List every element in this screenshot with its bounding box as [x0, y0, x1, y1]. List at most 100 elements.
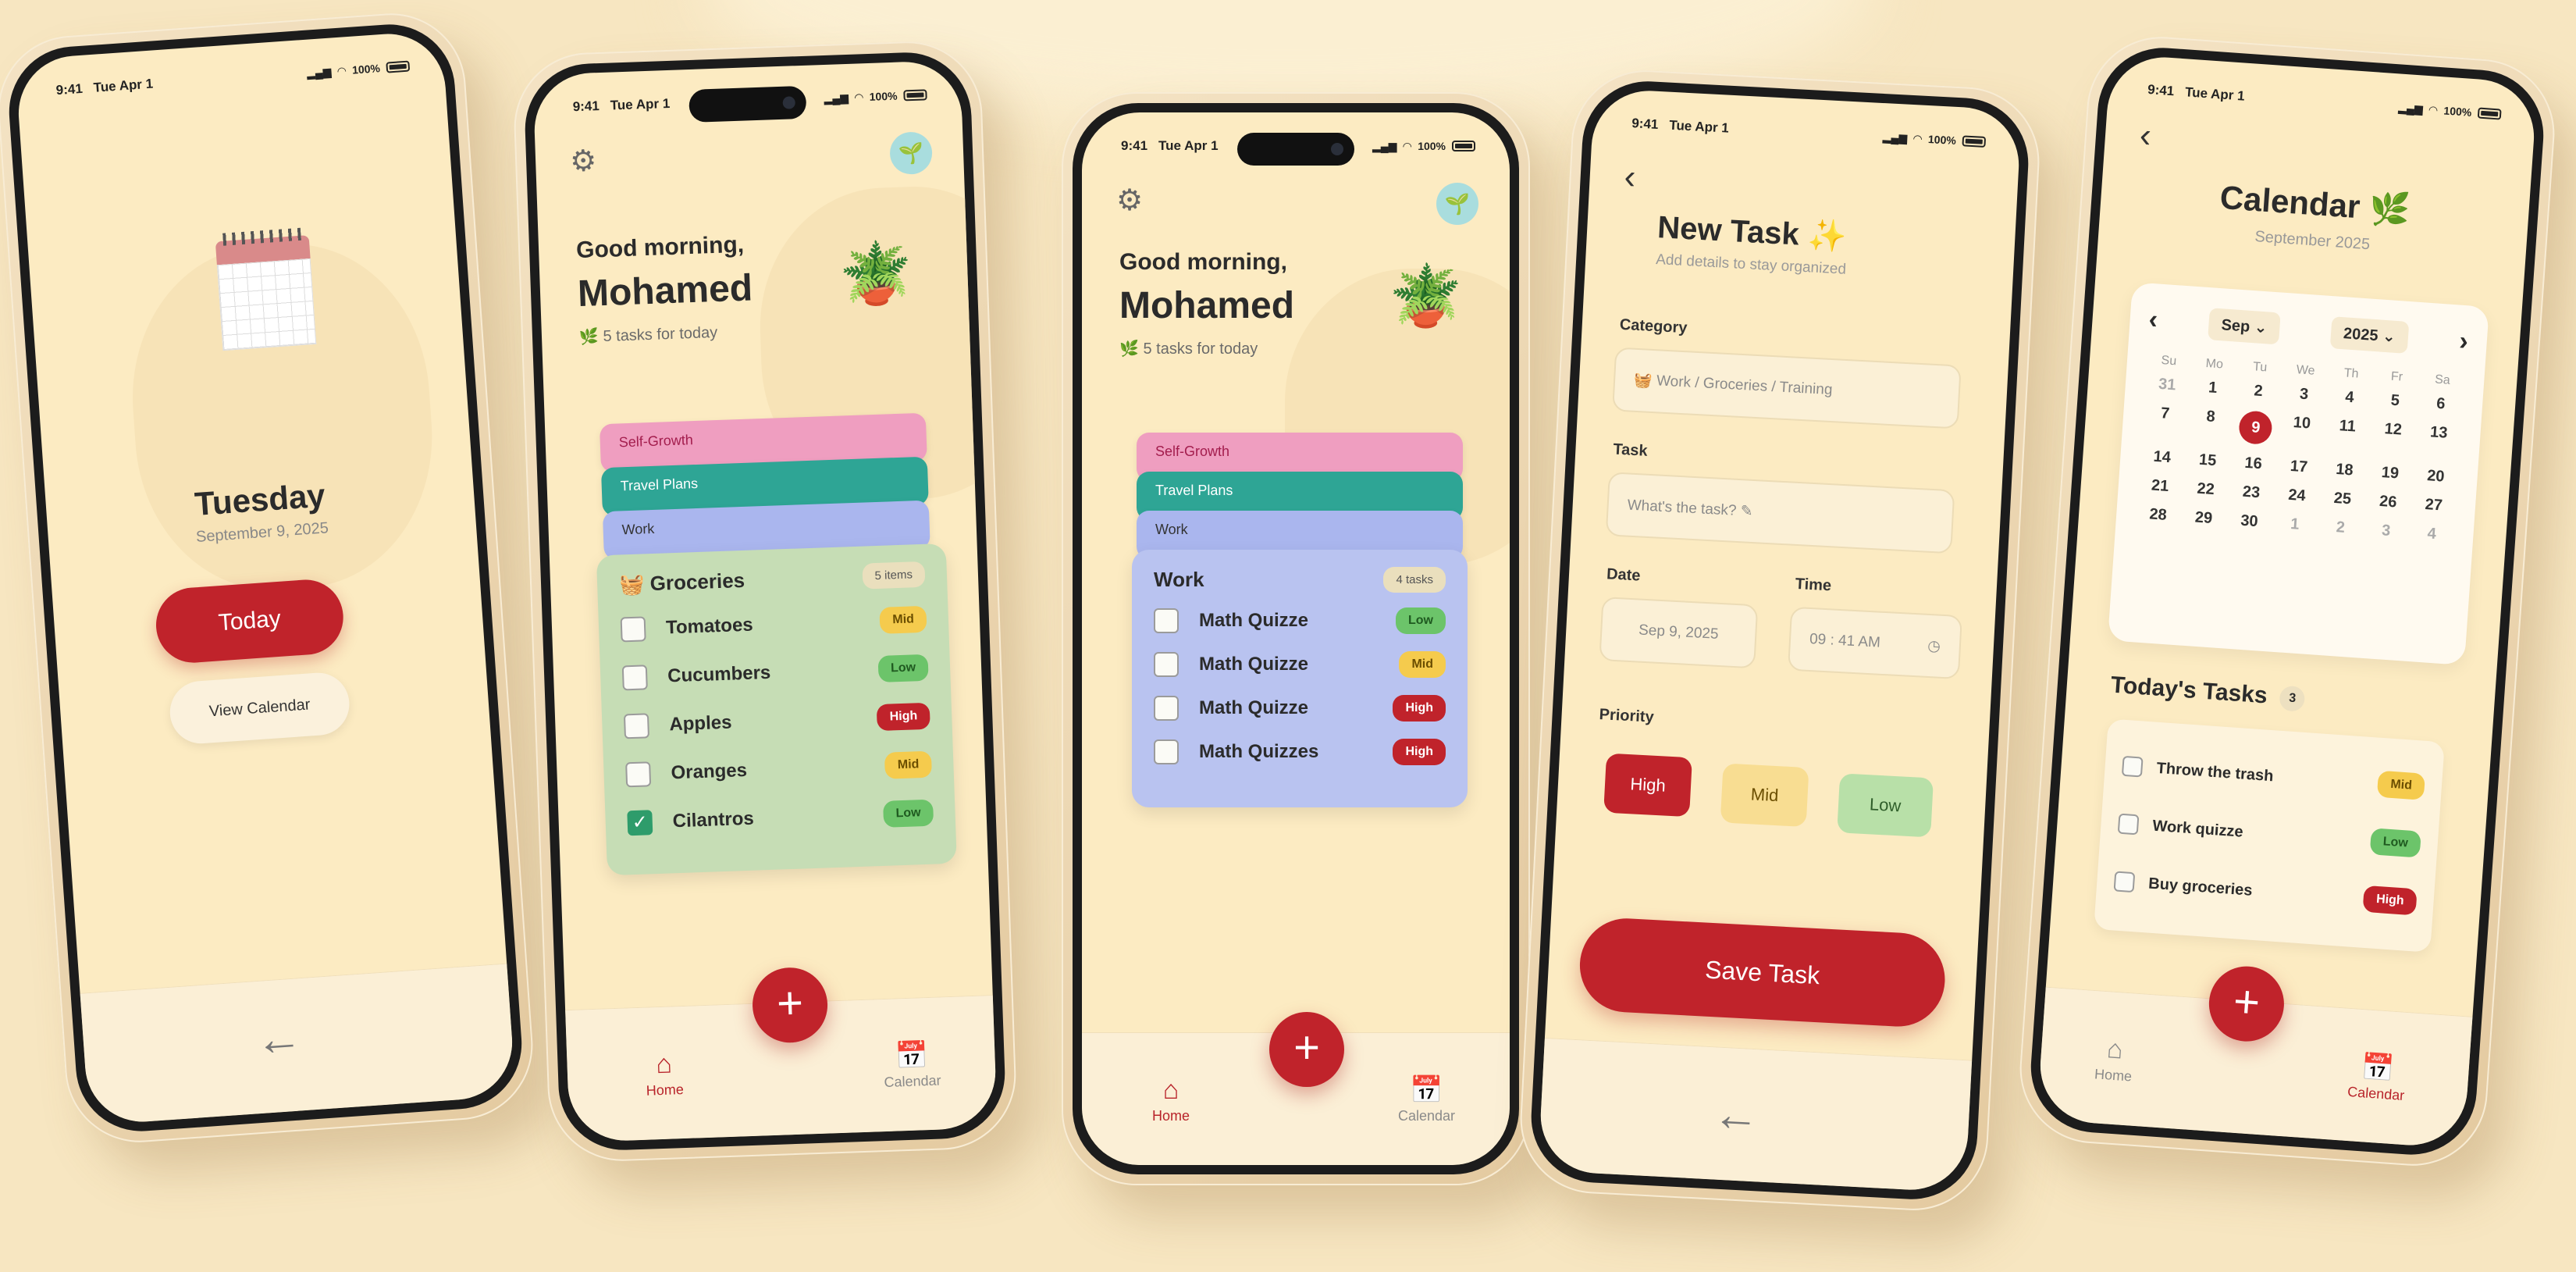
back-arrow-icon[interactable]: ← — [254, 1010, 304, 1067]
calendar-day[interactable]: 19 — [2367, 463, 2414, 484]
priority-chip: Mid — [2377, 770, 2426, 800]
calendar-day[interactable]: 18 — [2321, 460, 2368, 481]
calendar-day[interactable]: 28 — [2135, 504, 2182, 526]
task-row[interactable]: Math Quizze High — [1154, 686, 1446, 730]
nav-home[interactable]: ⌂ Home — [2094, 1034, 2134, 1085]
checkbox[interactable] — [2113, 871, 2136, 893]
task-row[interactable]: Math Quizze Mid — [1154, 643, 1446, 686]
priority-label: Priority — [1599, 706, 1655, 726]
priority-low-button[interactable]: Low — [1837, 773, 1934, 838]
todays-tasks-title: Today's Tasks 3 — [2110, 672, 2306, 712]
calendar-day[interactable]: 8 — [2186, 407, 2234, 443]
nav-calendar[interactable]: 📅 Calendar — [883, 1040, 941, 1092]
settings-gear-icon[interactable]: ⚙ — [569, 143, 597, 179]
checkbox[interactable] — [1154, 652, 1179, 677]
basket-icon: 🧺 — [618, 572, 646, 597]
back-chevron-icon[interactable]: ‹ — [2138, 116, 2152, 155]
page-title: New Task ✨ — [1656, 210, 1848, 255]
save-task-button[interactable]: Save Task — [1577, 916, 1948, 1029]
checkbox[interactable] — [1154, 696, 1179, 721]
task-row[interactable]: Math Quizze Low — [1154, 599, 1446, 643]
calendar-day[interactable]: 29 — [2180, 508, 2227, 529]
calendar-day[interactable]: 23 — [2228, 482, 2275, 503]
back-chevron-icon[interactable]: ‹ — [1624, 158, 1637, 197]
calendar-day[interactable]: 13 — [2414, 422, 2462, 458]
checkbox-checked[interactable]: ✓ — [627, 810, 653, 836]
calendar-day[interactable]: 5 — [2371, 390, 2418, 412]
calendar-day[interactable]: 3 — [2280, 384, 2327, 405]
year-select[interactable]: 2025 ⌄ — [2329, 316, 2410, 354]
checkbox[interactable] — [1154, 739, 1179, 764]
next-month-icon[interactable]: › — [2458, 326, 2469, 358]
calendar-day[interactable]: 31 — [2144, 375, 2190, 396]
count-badge: 5 items — [862, 561, 926, 590]
home-icon: ⌂ — [1162, 1075, 1179, 1105]
settings-gear-icon[interactable]: ⚙ — [1116, 183, 1143, 218]
calendar-day[interactable]: 27 — [2411, 495, 2457, 516]
plant-icon: 🪴 — [838, 240, 914, 309]
add-task-button[interactable]: + — [1269, 1012, 1344, 1087]
calendar-day[interactable]: 22 — [2183, 479, 2229, 500]
checkbox[interactable] — [620, 616, 646, 643]
calendar-day[interactable]: 21 — [2137, 476, 2183, 497]
calendar-day[interactable]: 1 — [2272, 514, 2318, 535]
calendar-day[interactable]: 11 — [2323, 416, 2371, 452]
calendar-day[interactable]: 12 — [2368, 419, 2416, 455]
phone-home-groceries: 9:41 Tue Apr 1 ▂▄▆ ◠ 100% ⚙ 🌱 Good morning,… — [511, 38, 1019, 1164]
task-row[interactable]: ✓ Cilantros Low — [627, 789, 934, 848]
nav-home[interactable]: ⌂ Home — [645, 1049, 684, 1099]
priority-mid-button[interactable]: Mid — [1720, 763, 1809, 828]
calendar-day[interactable]: 9 — [2238, 410, 2274, 446]
time-field[interactable]: 09 : 41 AM ◷ — [1787, 606, 1962, 680]
calendar-day[interactable]: 2 — [2317, 518, 2364, 539]
checkbox[interactable] — [1154, 608, 1179, 633]
nav-calendar[interactable]: 📅 Calendar — [2347, 1052, 2407, 1104]
date-field[interactable]: Sep 9, 2025 — [1599, 597, 1759, 669]
checkbox[interactable] — [625, 761, 652, 788]
calendar-day[interactable]: 6 — [2418, 394, 2464, 415]
today-button[interactable]: Today — [153, 577, 346, 665]
nav-calendar[interactable]: 📅 Calendar — [1398, 1077, 1455, 1124]
calendar-day[interactable]: 14 — [2139, 447, 2186, 468]
calendar-day[interactable]: 10 — [2278, 413, 2325, 449]
avatar[interactable]: 🌱 — [889, 131, 934, 176]
calendar-day[interactable]: 15 — [2184, 450, 2231, 471]
calendar-day[interactable]: 1 — [2190, 378, 2236, 399]
category-input[interactable]: 🧺 Work / Groceries / Training — [1612, 347, 1962, 429]
task-row[interactable]: Math Quizzes High — [1154, 730, 1446, 774]
priority-chip: High — [1393, 695, 1446, 722]
calendar-day[interactable]: 24 — [2273, 486, 2320, 507]
checkbox[interactable] — [623, 713, 650, 739]
calendar-day[interactable]: 4 — [2408, 524, 2455, 545]
month-select[interactable]: Sep ⌄ — [2208, 308, 2281, 345]
calendar-day[interactable]: 26 — [2364, 492, 2411, 513]
checkbox[interactable] — [2117, 813, 2140, 836]
dynamic-island — [1237, 133, 1354, 166]
phone-splash: 9:41 Tue Apr 1 ▂▄▆ ◠ 100% Tuesday September… — [0, 8, 538, 1148]
calendar-day[interactable]: 4 — [2326, 387, 2373, 408]
calendar-day[interactable]: 25 — [2319, 489, 2366, 510]
calendar-icon: 📅 — [2360, 1052, 2396, 1084]
calendar-day[interactable]: 30 — [2226, 511, 2272, 532]
status-bar: 9:41 Tue Apr 1 ▂▄▆ ◠ 100% — [55, 55, 411, 103]
priority-high-button[interactable]: High — [1603, 753, 1692, 818]
calendar-day[interactable]: 20 — [2412, 466, 2459, 487]
user-name: Mohamed — [1119, 285, 1295, 326]
nav-home[interactable]: ⌂ Home — [1152, 1077, 1190, 1124]
checkbox[interactable] — [2121, 755, 2144, 778]
checkbox[interactable] — [621, 665, 648, 691]
view-calendar-button[interactable]: View Calendar — [168, 670, 352, 746]
time-label: Time — [1795, 575, 1832, 595]
calendar-day[interactable]: 16 — [2230, 454, 2277, 475]
calendar-day[interactable]: 17 — [2275, 457, 2322, 478]
back-arrow-icon[interactable]: ← — [1711, 1086, 1761, 1142]
prev-month-icon[interactable]: ‹ — [2147, 305, 2158, 336]
task-input[interactable]: What's the task? ✎ — [1605, 472, 1955, 554]
priority-chip: Mid — [1399, 651, 1446, 678]
dynamic-island — [688, 85, 807, 123]
phone-calendar: 9:41 Tue Apr 1 ▂▄▆ ◠ 100% ‹ Calendar 🌿 Sept… — [2015, 31, 2560, 1171]
calendar-day[interactable]: 2 — [2235, 381, 2282, 402]
calendar-day[interactable]: 7 — [2140, 403, 2188, 439]
calendar-day[interactable]: 3 — [2363, 521, 2410, 542]
avatar[interactable]: 🌱 — [1436, 183, 1478, 225]
